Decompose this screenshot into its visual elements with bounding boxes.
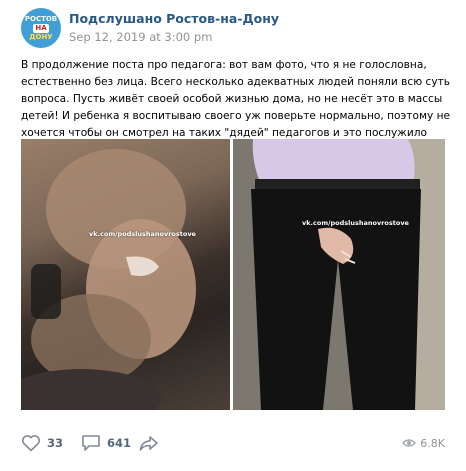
photo-left-watermark: vk.com/podslushanovrostove xyxy=(89,230,196,238)
post-photos: vk.com/podslushanovrostove vk.com/podslu… xyxy=(21,139,445,410)
views-count: 6.8K xyxy=(420,436,445,450)
photo-right-watermark: vk.com/podslushanovrostove xyxy=(302,219,409,227)
post-actions: 33 641 6.8K xyxy=(21,431,445,455)
views-counter: 6.8K xyxy=(402,431,445,455)
community-name-link[interactable]: Подслушано Ростов-на-Дону xyxy=(69,11,279,26)
share-button[interactable] xyxy=(139,431,159,455)
wall-post: РОСТОВ НА ДОНУ Подслушано Ростов-на-Дону… xyxy=(0,0,466,471)
comment-button[interactable]: 641 xyxy=(81,431,131,455)
avatar-text-line-2: НА xyxy=(33,23,49,33)
share-arrow-icon xyxy=(139,436,158,451)
eye-icon xyxy=(402,439,417,447)
comment-bubble-icon xyxy=(82,435,100,451)
post-header: РОСТОВ НА ДОНУ Подслушано Ростов-на-Дону… xyxy=(21,8,441,48)
community-avatar[interactable]: РОСТОВ НА ДОНУ xyxy=(21,8,61,48)
avatar-text-line-3: ДОНУ xyxy=(29,32,53,41)
photo-left[interactable]: vk.com/podslushanovrostove xyxy=(21,139,230,410)
post-date-link[interactable]: Sep 12, 2019 at 3:00 pm xyxy=(69,30,212,44)
photo-right[interactable]: vk.com/podslushanovrostove xyxy=(233,139,445,410)
avatar-text-line-1: РОСТОВ xyxy=(24,14,58,23)
photo-left-image xyxy=(21,149,196,410)
photo-right-image xyxy=(233,139,445,410)
like-count: 33 xyxy=(47,436,64,450)
heart-icon xyxy=(21,435,41,452)
like-button[interactable]: 33 xyxy=(21,431,63,455)
comment-count: 641 xyxy=(107,436,132,450)
